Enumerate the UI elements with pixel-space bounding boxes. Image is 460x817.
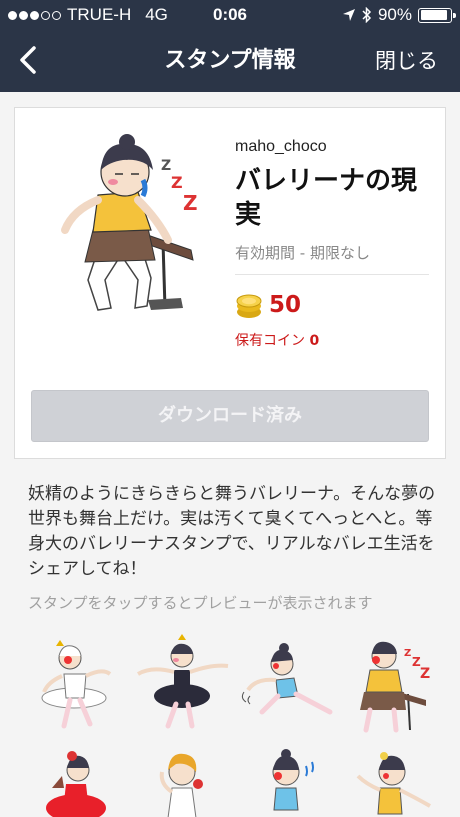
ballerina-sleeping-barre-sticker[interactable]: Z Z Z bbox=[340, 634, 440, 734]
divider bbox=[235, 274, 429, 275]
svg-text:Z: Z bbox=[161, 158, 171, 174]
battery-icon bbox=[418, 7, 456, 23]
ballerina-red-dress-fan-sticker[interactable] bbox=[26, 738, 126, 817]
close-button[interactable]: 閉じる bbox=[375, 30, 438, 92]
downloaded-button[interactable]: ダウンロード済み bbox=[31, 390, 429, 442]
sticker-package-card: Z Z Z maho_choco バレリーナの現実 有効期間 - 期限なし 50… bbox=[14, 107, 446, 459]
preview-hint: スタンプをタップするとプレビューが表示されます bbox=[28, 594, 373, 612]
owned-coins-label: 保有コイン bbox=[235, 333, 305, 349]
price-value: 50 bbox=[269, 292, 302, 318]
ballerina-stretch-blue-sticker[interactable] bbox=[236, 634, 336, 734]
validity-period: 有効期間 - 期限なし bbox=[235, 244, 370, 262]
ballerina-yellow-dance-sticker[interactable] bbox=[340, 738, 440, 817]
svg-text:Z: Z bbox=[420, 666, 430, 682]
status-bar: TRUE-H 4G 0:06 90% bbox=[0, 0, 460, 30]
navigation-bar: スタンプ情報 閉じる bbox=[0, 30, 460, 92]
ballerina-blonde-flower-sticker[interactable] bbox=[132, 738, 232, 817]
owned-coins-value: 0 bbox=[309, 333, 320, 349]
location-icon bbox=[342, 9, 355, 21]
ballerina-black-tutu-sticker[interactable] bbox=[132, 634, 232, 734]
ballerina-sleeping-barre-main-image: Z Z Z bbox=[61, 134, 198, 311]
coin-icon bbox=[236, 294, 262, 318]
owned-coins: 保有コイン 0 bbox=[235, 330, 319, 350]
ballerina-crying-blue-sticker[interactable] bbox=[236, 738, 336, 817]
package-description: 妖精のようにきらきらと舞うバレリーナ。そんな夢の世界も舞台上だけ。実は汚くて臭く… bbox=[28, 484, 436, 579]
svg-text:Z: Z bbox=[183, 191, 198, 215]
bluetooth-icon bbox=[362, 7, 372, 23]
creator-name: maho_choco bbox=[235, 138, 327, 155]
svg-text:Z: Z bbox=[171, 173, 183, 192]
package-title: バレリーナの現実 bbox=[235, 166, 418, 230]
battery-percent: 90% bbox=[377, 5, 412, 24]
svg-text:Z: Z bbox=[404, 648, 411, 659]
ballerina-white-tutu-sticker[interactable] bbox=[26, 634, 126, 734]
